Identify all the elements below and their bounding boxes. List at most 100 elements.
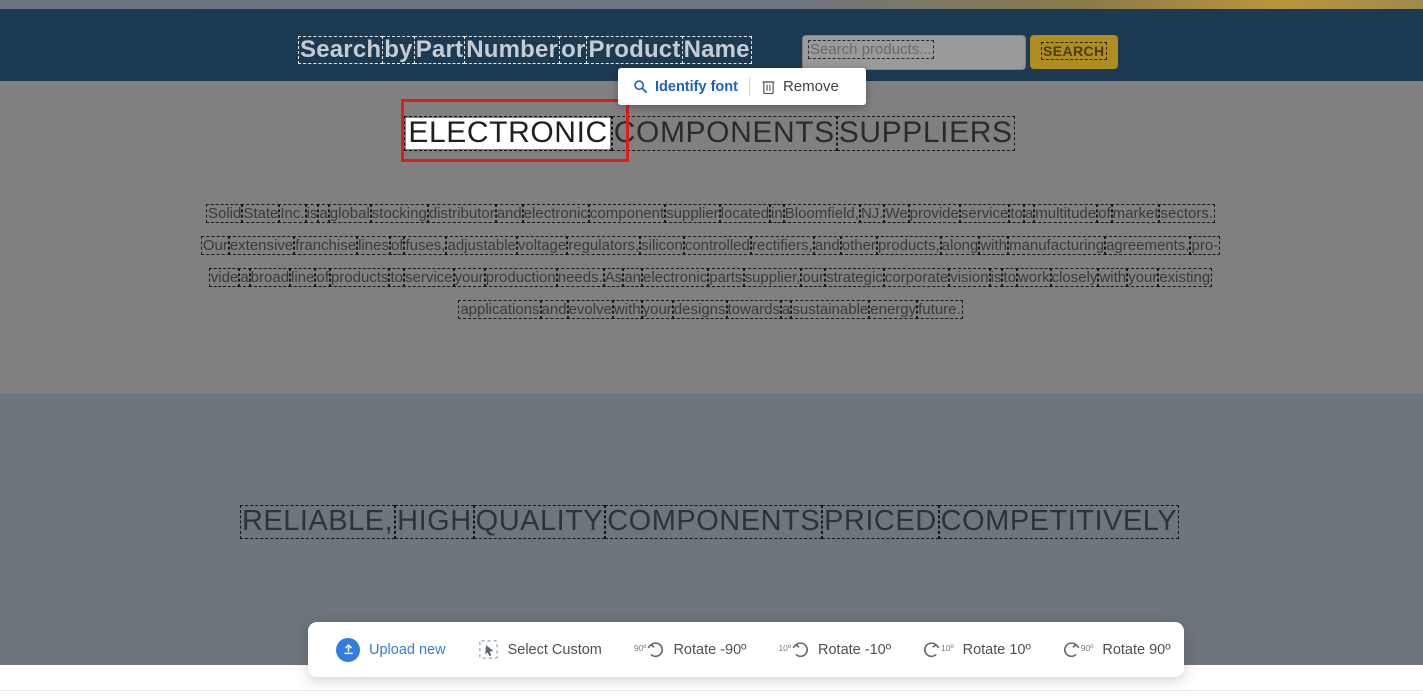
ocr-word[interactable]: and <box>539 299 569 320</box>
ocr-word[interactable]: lines <box>356 235 391 256</box>
ocr-word[interactable]: sustainable <box>790 299 871 320</box>
ocr-word[interactable]: State <box>241 203 281 224</box>
ocr-word[interactable]: a <box>238 267 251 288</box>
ocr-word[interactable]: of <box>1096 203 1113 224</box>
ocr-word[interactable]: global <box>327 203 372 224</box>
ocr-word[interactable]: electronic <box>521 203 590 224</box>
ocr-word[interactable]: a <box>317 203 330 224</box>
ocr-word[interactable]: Our <box>200 235 230 256</box>
ocr-word[interactable]: of <box>389 235 406 256</box>
ocr-word[interactable]: RELIABLE, <box>239 505 396 539</box>
rotate-minus-10-button[interactable]: 10º Rotate -10º <box>762 622 907 677</box>
ocr-word[interactable]: closely <box>1049 267 1100 288</box>
ocr-word[interactable]: line <box>289 267 317 288</box>
ocr-word[interactable]: agreements, <box>1104 235 1192 256</box>
ocr-word[interactable]: SEARCH <box>1041 41 1107 61</box>
selected-ocr-word[interactable]: ELECTRONIC <box>404 116 612 151</box>
ocr-word[interactable]: stocking <box>369 203 429 224</box>
ocr-word[interactable]: Name <box>681 35 752 65</box>
ocr-word[interactable]: Inc. <box>278 203 307 224</box>
ocr-word[interactable]: Bloomfield, <box>782 203 861 224</box>
rotate-minus-90-button[interactable]: 90º Rotate -90º <box>618 622 763 677</box>
ocr-word[interactable]: work <box>1015 267 1052 288</box>
ocr-word[interactable]: fuses, <box>403 235 448 256</box>
ocr-word[interactable]: COMPETITIVELY <box>938 505 1180 539</box>
ocr-word[interactable]: your <box>640 299 674 320</box>
ocr-word[interactable]: QUALITY <box>473 505 606 539</box>
ocr-word[interactable]: distributor <box>426 203 497 224</box>
rotate-plus-10-button[interactable]: 10º Rotate 10º <box>907 622 1047 677</box>
ocr-word[interactable]: rectifiers, <box>749 235 815 256</box>
ocr-word[interactable]: Search products... <box>808 39 934 60</box>
ocr-word[interactable]: As <box>602 267 625 288</box>
ocr-word[interactable]: manufacturing <box>1007 235 1107 256</box>
ocr-word[interactable]: an <box>622 267 643 288</box>
ocr-word[interactable]: with <box>1097 267 1129 288</box>
ocr-word[interactable]: our <box>800 267 827 288</box>
ocr-word[interactable]: and <box>812 235 842 256</box>
ocr-word[interactable]: to <box>1008 203 1025 224</box>
upload-new-button[interactable]: Upload new <box>308 622 462 677</box>
ocr-word[interactable]: other <box>839 235 878 256</box>
ocr-word[interactable]: to <box>388 267 405 288</box>
ocr-word[interactable]: existing <box>1157 267 1213 288</box>
ocr-word[interactable]: Solid <box>205 203 244 224</box>
ocr-word[interactable]: broad <box>248 267 292 288</box>
ocr-word[interactable]: products <box>328 267 391 288</box>
ocr-word[interactable]: is <box>304 203 320 224</box>
rotate-plus-90-button[interactable]: 90º Rotate 90º <box>1047 622 1187 677</box>
ocr-word[interactable]: sectors. <box>1158 203 1215 224</box>
ocr-word[interactable]: market <box>1110 203 1161 224</box>
ocr-word[interactable]: provide <box>907 203 961 224</box>
ocr-word[interactable]: designs <box>671 299 728 320</box>
ocr-word[interactable]: HIGH <box>395 505 474 539</box>
ocr-word[interactable]: Part <box>413 35 466 65</box>
ocr-word[interactable]: energy <box>868 299 919 320</box>
ocr-word[interactable]: towards <box>725 299 783 320</box>
ocr-word[interactable]: of <box>314 267 331 288</box>
ocr-word[interactable]: SUPPLIERS <box>836 116 1015 151</box>
identify-font-button[interactable]: Identify font <box>618 68 749 105</box>
ocr-word[interactable]: needs. <box>555 267 605 288</box>
ocr-word[interactable]: franchise <box>293 235 359 256</box>
ocr-word[interactable]: supplier, <box>742 267 803 288</box>
ocr-word[interactable]: along <box>939 235 981 256</box>
ocr-word[interactable]: corporate <box>882 267 951 288</box>
ocr-word[interactable]: future. <box>916 299 963 320</box>
ocr-word[interactable]: products, <box>875 235 942 256</box>
ocr-word[interactable]: vide <box>208 267 241 288</box>
ocr-word[interactable]: parts <box>707 267 745 288</box>
ocr-word[interactable]: silicon <box>639 235 685 256</box>
ocr-word[interactable]: a <box>779 299 793 320</box>
ocr-word[interactable]: applications <box>458 299 542 320</box>
ocr-word[interactable]: Number <box>464 35 561 65</box>
ocr-word[interactable]: service <box>403 267 455 288</box>
ocr-word[interactable]: component <box>587 203 667 224</box>
ocr-word[interactable]: We <box>883 203 910 224</box>
ocr-word[interactable]: pro- <box>1189 235 1221 256</box>
ocr-word[interactable]: multitude <box>1033 203 1099 224</box>
remove-button[interactable]: Remove <box>750 68 850 105</box>
ocr-word[interactable]: Product <box>586 35 683 65</box>
ocr-word[interactable]: in <box>769 203 785 224</box>
ocr-word[interactable]: extensive <box>227 235 296 256</box>
ocr-word[interactable]: service <box>958 203 1011 224</box>
ocr-word[interactable]: Search <box>297 35 384 65</box>
ocr-word[interactable]: to <box>1001 267 1018 288</box>
ocr-word[interactable]: PRICED <box>822 505 939 539</box>
ocr-word[interactable]: is <box>988 267 1004 288</box>
ocr-word[interactable]: with <box>978 235 1010 256</box>
ocr-word[interactable]: adjustable <box>445 235 518 256</box>
ocr-word[interactable]: with <box>611 299 643 320</box>
ocr-word[interactable]: controlled <box>682 235 752 256</box>
ocr-word[interactable]: NJ. <box>858 203 886 224</box>
ocr-word[interactable]: evolve <box>566 299 614 320</box>
ocr-word[interactable]: COMPONENTS <box>605 505 823 539</box>
ocr-word[interactable]: your <box>1126 267 1160 288</box>
ocr-word[interactable]: by <box>382 35 415 65</box>
ocr-word[interactable]: your <box>452 267 486 288</box>
ocr-word[interactable]: and <box>494 203 524 224</box>
select-custom-button[interactable]: Select Custom <box>462 622 618 677</box>
ocr-word[interactable]: COMPONENTS <box>611 116 837 151</box>
ocr-word[interactable]: production <box>483 267 558 288</box>
